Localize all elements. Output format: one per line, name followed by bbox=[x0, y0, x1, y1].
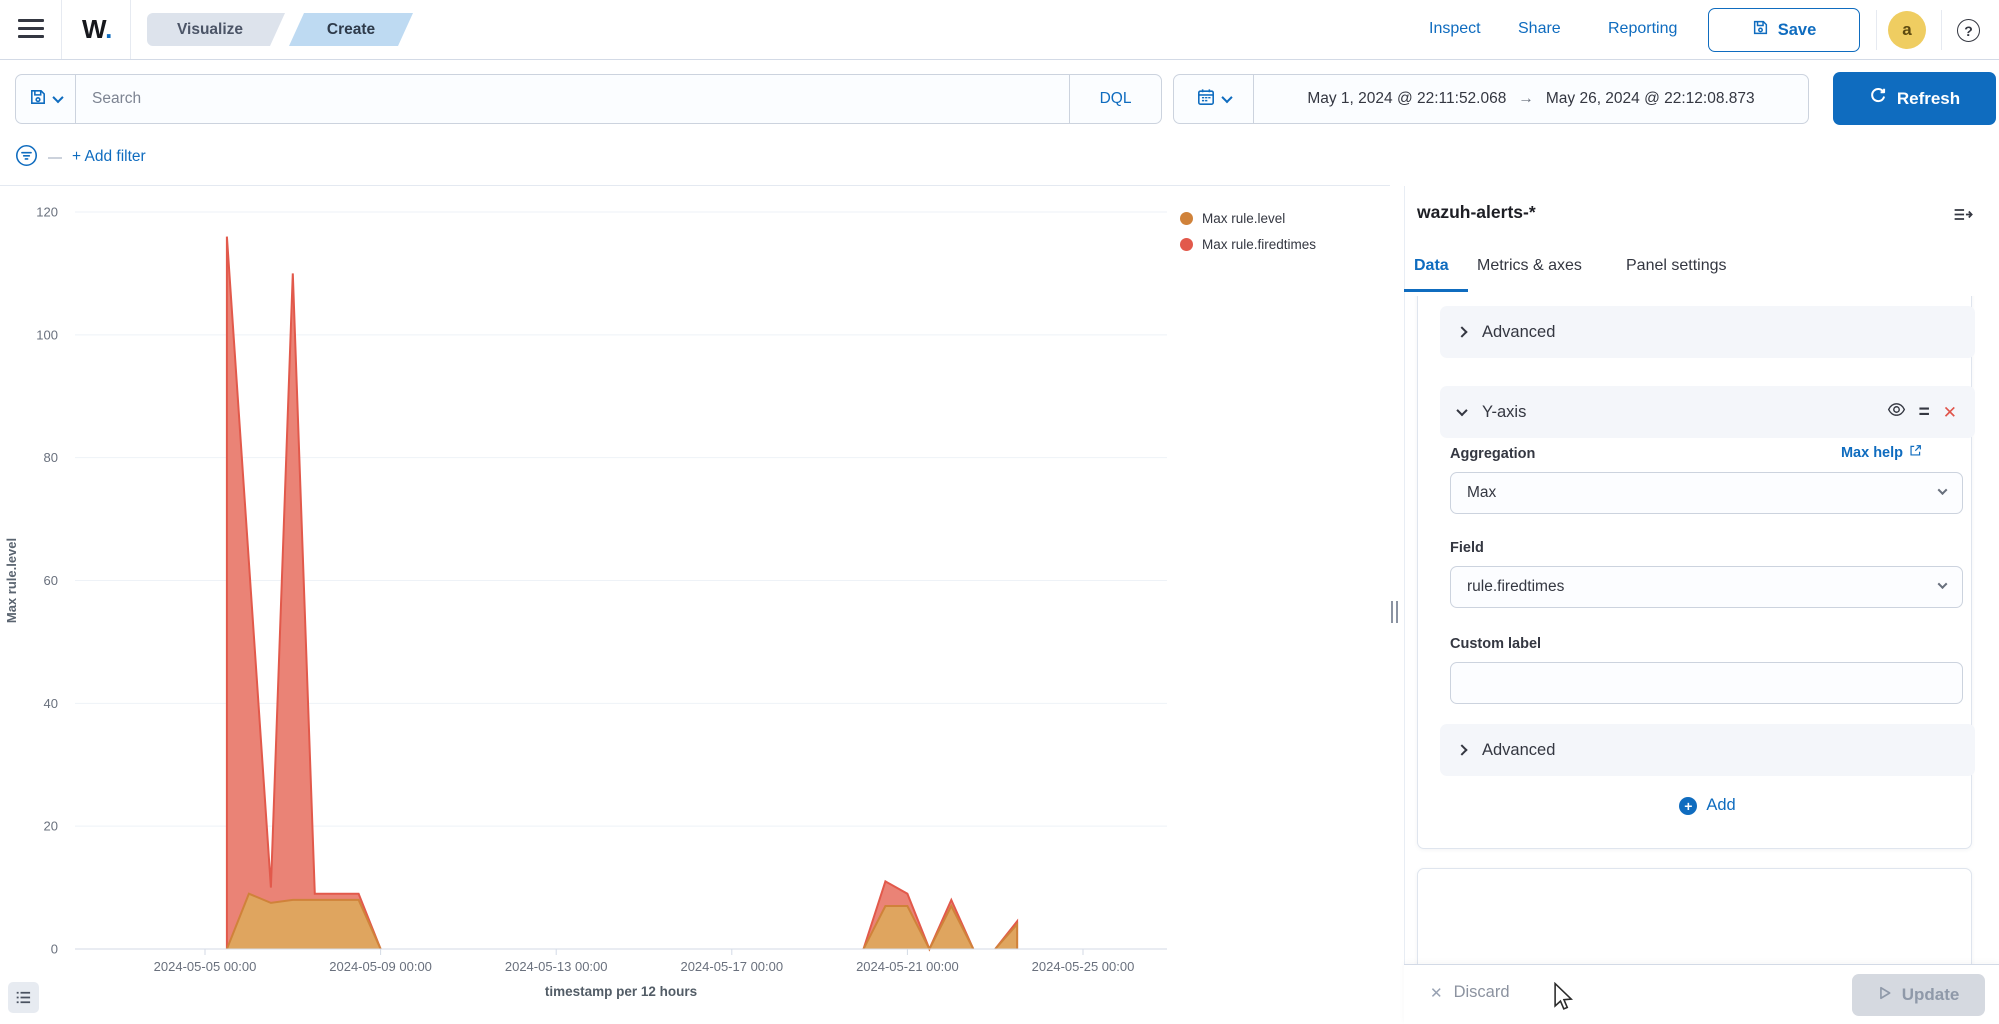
chevron-down-icon bbox=[1221, 92, 1232, 103]
chevron-down-icon bbox=[1456, 405, 1467, 416]
tab-metrics-axes[interactable]: Metrics & axes bbox=[1477, 257, 1582, 275]
date-range-start[interactable]: May 1, 2024 @ 22:11:52.068 bbox=[1307, 90, 1506, 108]
wazuh-logo[interactable]: W. bbox=[82, 14, 112, 45]
date-quick-select-button[interactable] bbox=[1174, 75, 1254, 123]
svg-text:20: 20 bbox=[44, 819, 58, 834]
y-axis-section-header[interactable]: Y-axis = ✕ bbox=[1440, 386, 1975, 438]
close-icon: ✕ bbox=[1430, 984, 1443, 1002]
top-navigation-bar: W. Visualize Create Inspect Share Report… bbox=[0, 0, 1999, 60]
play-icon bbox=[1878, 985, 1892, 1005]
search-input[interactable] bbox=[76, 75, 1069, 123]
advanced-accordion-upper[interactable]: Advanced bbox=[1440, 306, 1975, 358]
help-icon[interactable]: ? bbox=[1957, 19, 1980, 42]
reporting-link[interactable]: Reporting bbox=[1608, 20, 1677, 38]
query-bar: DQL bbox=[15, 74, 1162, 124]
add-filter-button[interactable]: + Add filter bbox=[72, 148, 146, 166]
svg-text:Max rule.level: Max rule.level bbox=[4, 538, 19, 623]
avatar[interactable]: a bbox=[1888, 11, 1926, 49]
filter-divider bbox=[48, 157, 62, 159]
chevron-down-icon bbox=[1938, 485, 1948, 495]
add-metric-button[interactable]: + Add bbox=[1430, 796, 1985, 815]
breadcrumb-create[interactable]: Create bbox=[289, 13, 413, 46]
svg-text:100: 100 bbox=[36, 327, 58, 342]
plus-circle-icon: + bbox=[1679, 797, 1697, 815]
chevron-down-icon bbox=[52, 92, 63, 103]
svg-text:2024-05-13 00:00: 2024-05-13 00:00 bbox=[505, 959, 608, 974]
refresh-button[interactable]: Refresh bbox=[1833, 72, 1996, 125]
tab-data[interactable]: Data bbox=[1414, 257, 1449, 275]
legend-dot-icon bbox=[1180, 212, 1193, 225]
logo-dot: . bbox=[105, 14, 112, 44]
update-button[interactable]: Update bbox=[1852, 974, 1985, 1016]
breadcrumb-visualize[interactable]: Visualize bbox=[147, 13, 285, 46]
topbar-separator bbox=[1941, 10, 1942, 50]
svg-text:80: 80 bbox=[44, 450, 58, 465]
custom-label-label: Custom label bbox=[1450, 636, 1541, 652]
topbar-separator bbox=[1876, 10, 1877, 50]
save-button[interactable]: Save bbox=[1708, 8, 1860, 52]
chevron-right-icon bbox=[1456, 326, 1467, 337]
chart-legend: Max rule.level Max rule.firedtimes bbox=[1180, 211, 1316, 263]
discard-button[interactable]: ✕ Discard bbox=[1430, 983, 1510, 1002]
legend-item-rule-level[interactable]: Max rule.level bbox=[1180, 211, 1316, 226]
legend-label: Max rule.level bbox=[1202, 211, 1285, 226]
legend-dot-icon bbox=[1180, 238, 1193, 251]
topbar-separator bbox=[130, 0, 131, 59]
inspect-link[interactable]: Inspect bbox=[1429, 20, 1481, 38]
saved-query-menu-button[interactable] bbox=[16, 75, 76, 123]
metrics-card: Advanced Y-axis = ✕ Aggregation Max help bbox=[1417, 296, 1972, 849]
field-select[interactable]: rule.firedtimes bbox=[1450, 566, 1963, 608]
svg-text:2024-05-21 00:00: 2024-05-21 00:00 bbox=[856, 959, 959, 974]
external-link-icon bbox=[1909, 444, 1922, 461]
aggregation-label: Aggregation bbox=[1450, 446, 1535, 462]
svg-text:2024-05-25 00:00: 2024-05-25 00:00 bbox=[1032, 959, 1135, 974]
svg-text:2024-05-05 00:00: 2024-05-05 00:00 bbox=[154, 959, 257, 974]
svg-text:120: 120 bbox=[36, 205, 58, 220]
svg-text:2024-05-17 00:00: 2024-05-17 00:00 bbox=[680, 959, 783, 974]
drag-handle-icon[interactable]: = bbox=[1919, 403, 1930, 422]
chevron-down-icon bbox=[1938, 579, 1948, 589]
index-pattern-title: wazuh-alerts-* bbox=[1417, 202, 1536, 223]
legend-label: Max rule.firedtimes bbox=[1202, 237, 1316, 252]
legend-toggle-button[interactable] bbox=[8, 982, 39, 1013]
custom-label-input[interactable] bbox=[1450, 662, 1963, 704]
svg-text:40: 40 bbox=[44, 696, 58, 711]
max-help-link[interactable]: Max help bbox=[1841, 444, 1922, 461]
editor-footer: ✕ Discard Update bbox=[1404, 964, 1999, 1024]
chevron-right-icon bbox=[1456, 744, 1467, 755]
active-tab-underline bbox=[1404, 289, 1468, 292]
field-label: Field bbox=[1450, 540, 1484, 556]
date-range-arrow-icon: → bbox=[1518, 90, 1534, 108]
svg-text:2024-05-09 00:00: 2024-05-09 00:00 bbox=[329, 959, 432, 974]
topbar-separator bbox=[61, 0, 62, 59]
legend-item-rule-firedtimes[interactable]: Max rule.firedtimes bbox=[1180, 237, 1316, 252]
svg-text:60: 60 bbox=[44, 573, 58, 588]
filter-menu-icon[interactable] bbox=[15, 144, 38, 172]
svg-text:0: 0 bbox=[51, 942, 58, 957]
collapse-panel-icon[interactable] bbox=[1952, 204, 1973, 230]
query-language-button[interactable]: DQL bbox=[1069, 75, 1161, 123]
eye-icon[interactable] bbox=[1887, 400, 1906, 424]
refresh-icon bbox=[1869, 87, 1887, 110]
remove-metric-icon[interactable]: ✕ bbox=[1943, 404, 1957, 421]
visualize-editor-app: W. Visualize Create Inspect Share Report… bbox=[0, 0, 1999, 1024]
panel-resize-handle[interactable] bbox=[1391, 601, 1401, 623]
buckets-card: Buckets X-axis ✕ bbox=[1417, 868, 1972, 964]
menu-hamburger-icon[interactable] bbox=[18, 19, 44, 41]
calendar-icon bbox=[1197, 88, 1215, 111]
save-query-icon bbox=[29, 88, 47, 111]
advanced-accordion-yaxis[interactable]: Advanced bbox=[1440, 724, 1975, 776]
aggregation-select[interactable]: Max bbox=[1450, 472, 1963, 514]
date-picker-bar: May 1, 2024 @ 22:11:52.068 → May 26, 202… bbox=[1173, 74, 1809, 124]
svg-text:timestamp per 12 hours: timestamp per 12 hours bbox=[545, 984, 697, 999]
date-range-display[interactable]: May 1, 2024 @ 22:11:52.068 → May 26, 202… bbox=[1254, 75, 1808, 123]
save-icon bbox=[1752, 19, 1769, 41]
area-chart: 2024-05-05 00:00 2024-05-09 00:00 2024-05-… bbox=[0, 185, 1385, 1024]
tab-panel-settings[interactable]: Panel settings bbox=[1626, 257, 1727, 275]
share-link[interactable]: Share bbox=[1518, 20, 1561, 38]
editor-scroll-area: Advanced Y-axis = ✕ Aggregation Max help bbox=[1405, 296, 1999, 964]
date-range-end[interactable]: May 26, 2024 @ 22:12:08.873 bbox=[1546, 90, 1755, 108]
